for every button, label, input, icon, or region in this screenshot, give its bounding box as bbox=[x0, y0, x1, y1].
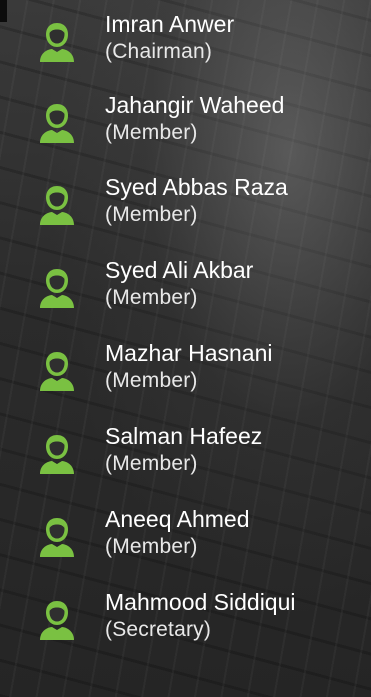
user-avatar-icon bbox=[40, 104, 74, 143]
member-text: Mahmood Siddiqui (Secretary) bbox=[105, 587, 296, 643]
user-avatar-icon bbox=[40, 518, 74, 557]
member-item: Mahmood Siddiqui (Secretary) bbox=[0, 587, 371, 667]
member-item: Salman Hafeez (Member) bbox=[0, 421, 371, 501]
member-text: Aneeq Ahmed (Member) bbox=[105, 504, 250, 560]
member-item: Imran Anwer (Chairman) bbox=[0, 9, 371, 89]
user-avatar-icon bbox=[40, 23, 74, 62]
member-name: Mahmood Siddiqui bbox=[105, 589, 296, 615]
user-avatar-icon bbox=[40, 352, 74, 391]
member-item: Aneeq Ahmed (Member) bbox=[0, 504, 371, 584]
member-name: Mazhar Hasnani bbox=[105, 340, 273, 366]
user-avatar-icon bbox=[40, 269, 74, 308]
member-item: Syed Ali Akbar (Member) bbox=[0, 255, 371, 335]
member-role: (Member) bbox=[105, 535, 198, 558]
member-name: Aneeq Ahmed bbox=[105, 506, 250, 532]
member-role: (Member) bbox=[105, 121, 198, 144]
member-item: Mazhar Hasnani (Member) bbox=[0, 338, 371, 418]
user-avatar-icon bbox=[40, 435, 74, 474]
member-name: Salman Hafeez bbox=[105, 423, 263, 449]
member-role: (Chairman) bbox=[105, 40, 213, 63]
member-name: Syed Ali Akbar bbox=[105, 257, 254, 283]
member-role: (Member) bbox=[105, 203, 198, 226]
member-text: Mazhar Hasnani (Member) bbox=[105, 338, 272, 394]
member-item: Jahangir Waheed (Member) bbox=[0, 90, 371, 170]
member-text: Salman Hafeez (Member) bbox=[105, 421, 262, 477]
member-role: (Member) bbox=[105, 452, 198, 475]
member-name: Syed Abbas Raza bbox=[105, 174, 288, 200]
member-name: Imran Anwer bbox=[105, 11, 235, 37]
member-name: Jahangir Waheed bbox=[105, 92, 285, 118]
member-text: Jahangir Waheed (Member) bbox=[105, 90, 284, 146]
user-avatar-icon bbox=[40, 601, 74, 640]
member-item: Syed Abbas Raza (Member) bbox=[0, 172, 371, 252]
member-role: (Member) bbox=[105, 286, 198, 309]
member-role: (Member) bbox=[105, 369, 198, 392]
user-avatar-icon bbox=[40, 186, 74, 225]
member-text: Syed Ali Akbar (Member) bbox=[105, 255, 253, 311]
member-text: Syed Abbas Raza (Member) bbox=[105, 172, 288, 228]
committee-panel: Imran Anwer (Chairman) Jahangir Waheed (… bbox=[0, 0, 371, 697]
member-text: Imran Anwer (Chairman) bbox=[105, 9, 234, 65]
member-role: (Secretary) bbox=[105, 618, 212, 641]
